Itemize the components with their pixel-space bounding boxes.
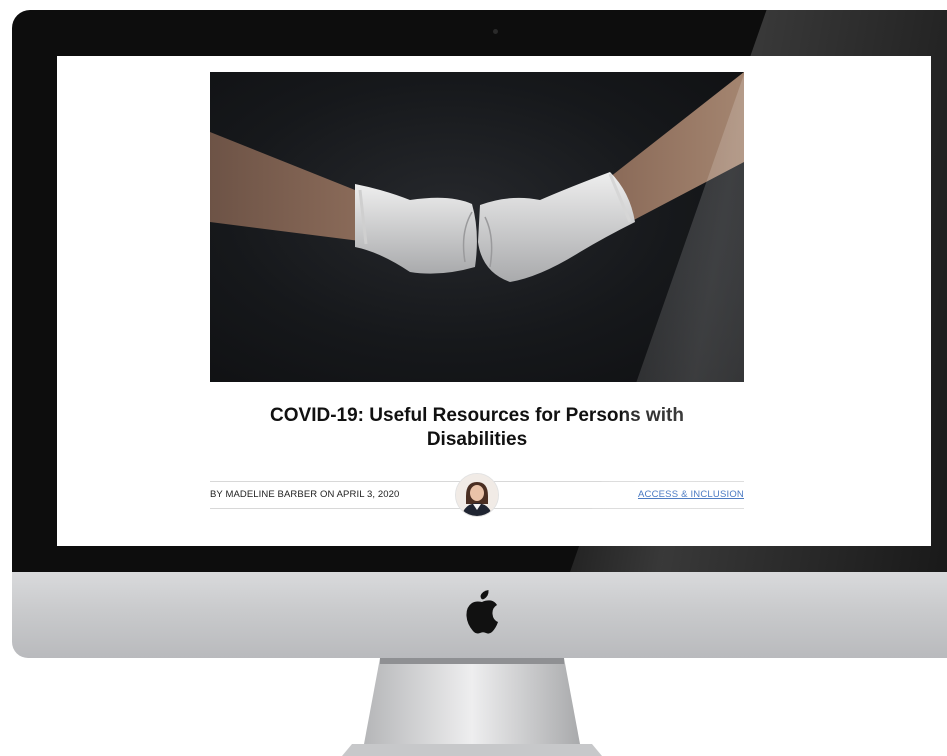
apple-logo-icon <box>466 590 498 634</box>
byline: BY MADELINE BARBER ON APRIL 3, 2020 <box>210 489 400 500</box>
author-avatar <box>455 473 499 517</box>
screen: COVID-19: Useful Resources for Persons w… <box>57 56 931 546</box>
category-link[interactable]: ACCESS & INCLUSION <box>638 489 744 500</box>
article-title-line-2: Disabilities <box>426 429 528 450</box>
monitor-stand <box>342 658 602 756</box>
camera-icon <box>493 29 498 34</box>
article-title-line-1: COVID-19: Useful Resources for Persons w… <box>270 405 684 426</box>
monitor-bezel: COVID-19: Useful Resources for Persons w… <box>12 10 947 572</box>
imac-mockup: COVID-19: Useful Resources for Persons w… <box>0 0 947 756</box>
hero-image <box>210 72 744 382</box>
article-meta: BY MADELINE BARBER ON APRIL 3, 2020 ACCE… <box>210 473 744 517</box>
article-title: COVID-19: Useful Resources for Persons w… <box>210 404 744 452</box>
